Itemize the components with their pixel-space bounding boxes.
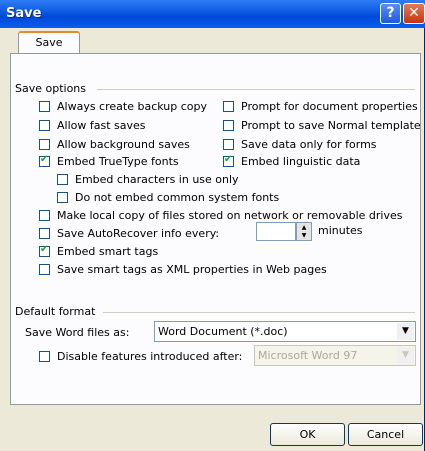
save-data-forms-checkbox[interactable]	[223, 139, 234, 150]
save-dialog: Save ? ✕ Save Save options Always create…	[0, 0, 425, 451]
disable-features-dropdown[interactable]: Microsoft Word 97 ▼	[254, 345, 416, 366]
background-saves-label: Allow background saves	[57, 138, 190, 151]
default-format-heading: Default format	[15, 305, 96, 318]
save-options-heading: Save options	[15, 82, 87, 95]
no-embed-common-checkbox[interactable]	[57, 192, 68, 203]
autorecover-checkbox[interactable]	[39, 228, 50, 239]
smart-tags-xml-checkbox[interactable]	[39, 264, 50, 275]
save-as-label: Save Word files as:	[25, 326, 130, 339]
fast-saves-checkbox[interactable]	[39, 120, 50, 131]
local-copy-checkbox[interactable]	[39, 210, 50, 221]
cancel-label: Cancel	[366, 428, 405, 441]
help-button[interactable]: ?	[380, 3, 401, 24]
group-divider	[103, 312, 415, 313]
smart-tags-label: Embed smart tags	[57, 245, 159, 258]
smart-tags-xml-label: Save smart tags as XML properties in Web…	[57, 263, 327, 276]
embed-chars-checkbox[interactable]	[57, 174, 68, 185]
tab-save-label: Save	[35, 36, 63, 49]
prompt-normal-label: Prompt to save Normal template	[241, 119, 421, 132]
smart-tags-checkbox[interactable]	[39, 244, 50, 257]
prompt-doc-props-checkbox[interactable]	[223, 101, 234, 112]
save-data-forms-label: Save data only for forms	[241, 138, 377, 151]
cancel-button[interactable]: Cancel	[348, 423, 423, 446]
spin-down-icon[interactable]: ▼	[297, 231, 311, 240]
close-icon: ✕	[408, 5, 420, 21]
close-button[interactable]: ✕	[403, 3, 425, 24]
minutes-label: minutes	[318, 224, 363, 237]
embed-chars-label: Embed characters in use only	[75, 173, 239, 186]
tab-save[interactable]: Save	[18, 31, 80, 54]
chevron-down-icon[interactable]: ▼	[397, 323, 414, 340]
fast-saves-label: Allow fast saves	[57, 119, 146, 132]
background-saves-checkbox[interactable]	[39, 139, 50, 150]
chevron-down-icon[interactable]: ▼	[397, 347, 414, 364]
embed-linguistic-label: Embed linguistic data	[241, 155, 361, 168]
title-bar[interactable]: Save ? ✕	[0, 0, 425, 28]
save-as-dropdown[interactable]: Word Document (*.doc) ▼	[154, 321, 416, 342]
autorecover-stepper[interactable]: ▲ ▼	[296, 222, 312, 241]
always-backup-checkbox[interactable]	[39, 101, 50, 112]
no-embed-common-label: Do not embed common system fonts	[75, 191, 280, 204]
disable-features-value: Microsoft Word 97	[258, 349, 358, 362]
disable-features-checkbox[interactable]	[39, 351, 50, 362]
embed-truetype-checkbox[interactable]	[39, 154, 50, 167]
prompt-doc-props-label: Prompt for document properties	[241, 100, 418, 113]
prompt-normal-checkbox[interactable]	[223, 120, 234, 131]
autorecover-minutes-input[interactable]	[256, 222, 296, 241]
embed-truetype-label: Embed TrueType fonts	[57, 155, 179, 168]
local-copy-label: Make local copy of files stored on netwo…	[57, 209, 403, 222]
disable-features-label: Disable features introduced after:	[57, 350, 243, 363]
save-as-value: Word Document (*.doc)	[158, 325, 288, 338]
group-divider	[97, 89, 415, 90]
always-backup-label: Always create backup copy	[57, 100, 207, 113]
help-icon: ?	[386, 5, 395, 21]
embed-linguistic-checkbox[interactable]	[223, 154, 234, 167]
ok-label: OK	[299, 428, 316, 441]
ok-button[interactable]: OK	[270, 423, 345, 446]
dialog-title: Save	[6, 6, 42, 21]
tab-strip: Save	[6, 31, 421, 54]
autorecover-label: Save AutoRecover info every:	[57, 227, 220, 240]
